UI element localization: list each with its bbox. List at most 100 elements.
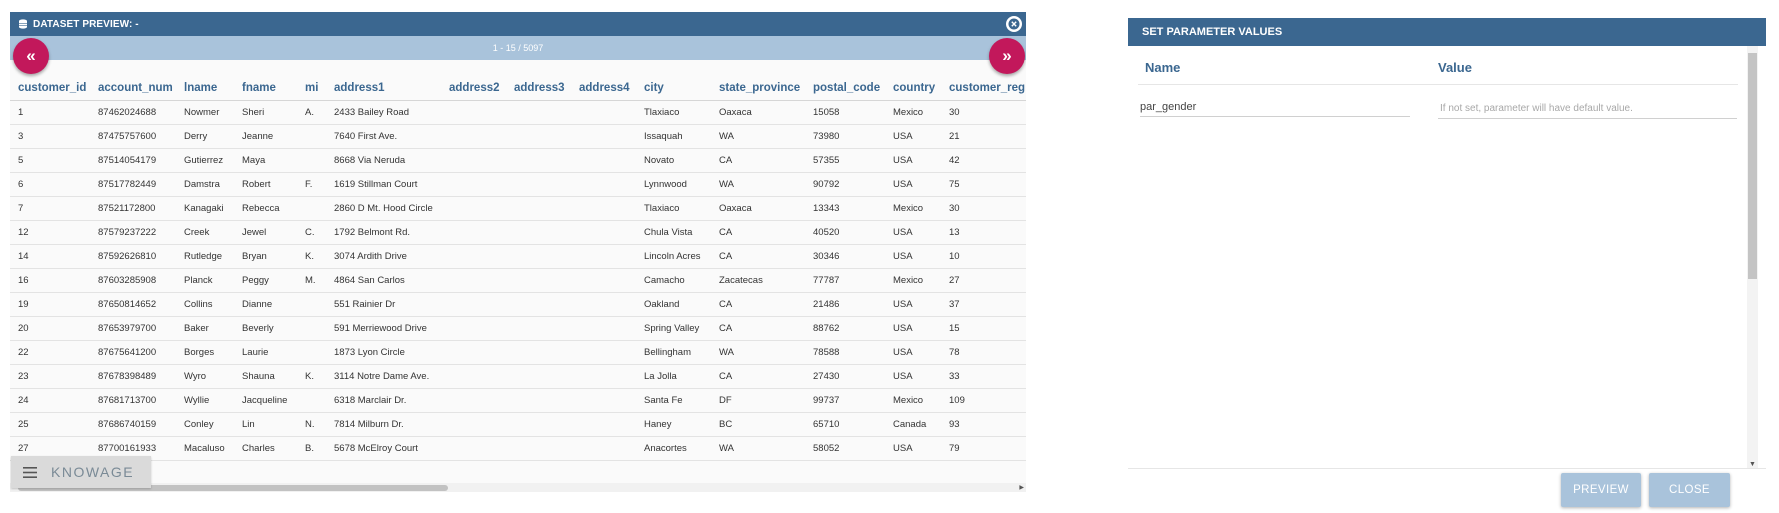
table-cell: Sheri (234, 100, 297, 125)
table-cell (441, 436, 506, 461)
column-header-state-province[interactable]: state_province (711, 76, 805, 101)
table-cell: 5678 McElroy Court (326, 436, 441, 461)
table-cell (441, 196, 506, 221)
scroll-down-arrow-icon[interactable]: ▼ (1749, 461, 1756, 468)
column-header-customer-reg[interactable]: customer_reg (941, 76, 1026, 101)
table-row[interactable]: 7 87521172800 Kanagaki Rebecca 2860 D Mt. Ho… (10, 196, 1026, 221)
table-cell: 30 (941, 100, 1026, 125)
table-cell (441, 124, 506, 149)
table-cell: Spring Valley (636, 316, 711, 341)
header-divider (1138, 84, 1738, 85)
table-row[interactable]: 27 87700161933 Macaluso Charles B. 5678 McElr… (10, 436, 1026, 461)
table-cell: 4864 San Carlos (326, 268, 441, 293)
table-cell: 87653979700 (90, 316, 176, 341)
close-button[interactable]: CLOSE (1649, 473, 1730, 507)
table-cell: USA (885, 124, 941, 149)
column-header-fname[interactable]: fname (234, 76, 297, 101)
preview-close-button[interactable] (1006, 16, 1022, 32)
table-cell: 78 (941, 340, 1026, 365)
table-cell (506, 412, 571, 437)
scroll-right-arrow-icon[interactable]: ▶ (1019, 484, 1024, 491)
table-cell: Lin (234, 412, 297, 437)
column-header-account-num[interactable]: account_num (90, 76, 176, 101)
table-cell: USA (885, 436, 941, 461)
table-cell: Baker (176, 316, 234, 341)
table-cell: WA (711, 436, 805, 461)
table-row[interactable]: 5 87514054179 Gutierrez Maya 8668 Via Neruda… (10, 148, 1026, 173)
table-row[interactable]: 23 87678398489 Wyro Shauna K. 3114 Notre Dame… (10, 364, 1026, 389)
pager-text: 1 - 15 / 5097 (492, 43, 544, 53)
table-row[interactable]: 14 87592626810 Rutledge Bryan K. 3074 Ardith … (10, 244, 1026, 269)
table-row[interactable]: 25 87686740159 Conley Lin N. 7814 Milburn Dr.… (10, 412, 1026, 437)
table-row[interactable]: 3 87475757600 Derry Jeanne 7640 First Ave. Is… (10, 124, 1026, 149)
table-cell: CA (711, 316, 805, 341)
dialog-body: Name Value par_gender (1128, 46, 1766, 468)
table-cell (297, 148, 326, 173)
table-cell: 10 (941, 244, 1026, 269)
table-cell: 27 (941, 268, 1026, 293)
table-cell (441, 100, 506, 125)
horizontal-scrollbar[interactable]: ▶ (10, 483, 1026, 492)
table-cell (571, 124, 636, 149)
column-header-address2[interactable]: address2 (441, 76, 506, 101)
parameter-value-input[interactable] (1438, 101, 1737, 119)
preview-button[interactable]: PREVIEW (1561, 473, 1641, 507)
table-cell: 1619 Stillman Court (326, 172, 441, 197)
table-row[interactable]: 20 87653979700 Baker Beverly 591 Merriewood … (10, 316, 1026, 341)
table-row[interactable]: 24 87681713700 Wyllie Jacqueline 6318 Marcla… (10, 388, 1026, 413)
table-cell: Charles (234, 436, 297, 461)
next-page-button[interactable]: » (989, 38, 1025, 74)
footer-divider (1128, 468, 1766, 469)
table-cell: 16 (10, 268, 90, 293)
preview-button-label: PREVIEW (1573, 484, 1629, 496)
column-header-address1[interactable]: address1 (326, 76, 441, 101)
table-row[interactable]: 1 87462024688 Nowmer Sheri A. 2433 Bailey Roa… (10, 100, 1026, 125)
table-cell: Mexico (885, 100, 941, 125)
table-cell (571, 220, 636, 245)
dataset-table-container[interactable]: customer_id account_num lname fname mi addres… (10, 76, 1026, 472)
table-cell: CA (711, 148, 805, 173)
table-row[interactable]: 16 87603285908 Planck Peggy M. 4864 San Carlo… (10, 268, 1026, 293)
table-cell: 77787 (805, 268, 885, 293)
column-header-country[interactable]: country (885, 76, 941, 101)
close-button-label: CLOSE (1669, 484, 1710, 496)
table-row[interactable]: 12 87579237222 Creek Jewel C. 1792 Belmont Rd… (10, 220, 1026, 245)
column-header-address4[interactable]: address4 (571, 76, 636, 101)
column-header-mi[interactable]: mi (297, 76, 326, 101)
table-cell (571, 316, 636, 341)
table-cell: Jacqueline (234, 388, 297, 413)
table-cell (571, 172, 636, 197)
table-cell: USA (885, 220, 941, 245)
vertical-scroll-thumb[interactable] (1748, 53, 1757, 279)
table-cell (506, 244, 571, 269)
table-cell: Damstra (176, 172, 234, 197)
table-cell: 20 (10, 316, 90, 341)
table-cell: Novato (636, 148, 711, 173)
column-header-address3[interactable]: address3 (506, 76, 571, 101)
table-cell: B. (297, 436, 326, 461)
table-cell: 3074 Ardith Drive (326, 244, 441, 269)
column-header-lname[interactable]: lname (176, 76, 234, 101)
table-cell: Lincoln Acres (636, 244, 711, 269)
table-cell: BC (711, 412, 805, 437)
table-cell: USA (885, 364, 941, 389)
table-cell: 1873 Lyon Circle (326, 340, 441, 365)
table-row[interactable]: 22 87675641200 Borges Laurie 1873 Lyon Circl… (10, 340, 1026, 365)
table-cell: Lynnwood (636, 172, 711, 197)
brand-bar[interactable]: KNOWAGE (11, 456, 151, 488)
table-row[interactable]: 6 87517782449 Damstra Robert F. 1619 Stillman… (10, 172, 1026, 197)
table-cell (571, 340, 636, 365)
hamburger-menu-icon[interactable] (23, 466, 37, 478)
table-cell: Laurie (234, 340, 297, 365)
table-cell: 7814 Milburn Dr. (326, 412, 441, 437)
dialog-header: SET PARAMETER VALUES (1128, 18, 1766, 46)
table-cell: 24 (10, 388, 90, 413)
column-header-customer-id[interactable]: customer_id (10, 76, 90, 101)
table-cell: 87514054179 (90, 148, 176, 173)
table-row[interactable]: 19 87650814652 Collins Dianne 551 Rainier Dr… (10, 292, 1026, 317)
table-cell: 87681713700 (90, 388, 176, 413)
column-header-city[interactable]: city (636, 76, 711, 101)
previous-page-button[interactable]: « (13, 38, 49, 74)
vertical-scrollbar[interactable]: ▼ (1747, 46, 1758, 468)
column-header-postal-code[interactable]: postal_code (805, 76, 885, 101)
